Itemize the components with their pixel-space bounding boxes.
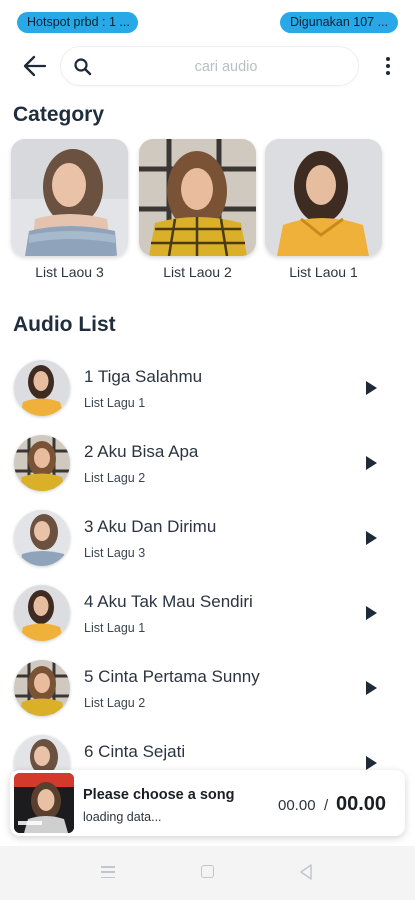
song-avatar	[14, 660, 70, 716]
more-vertical-icon	[386, 57, 390, 75]
play-icon[interactable]	[366, 606, 377, 620]
more-options-button[interactable]	[378, 52, 398, 80]
now-playing-bar[interactable]: Please choose a song loading data... 00.…	[10, 770, 405, 836]
category-label: List Laou 1	[289, 264, 358, 280]
play-icon[interactable]	[366, 756, 377, 770]
now-playing-title: Please choose a song	[83, 787, 235, 803]
total-duration: 00.00	[336, 793, 387, 815]
song-title: 1 Tiga Salahmu	[84, 367, 203, 386]
song-playlist: List Lagu 1	[84, 621, 146, 635]
recent-apps-button[interactable]	[101, 866, 115, 878]
song-avatar	[14, 360, 70, 416]
search-icon	[74, 58, 92, 76]
song-playlist: List Lagu 2	[84, 696, 146, 710]
audio-list-item[interactable]: 1 Tiga Salahmu List Lagu 1	[0, 360, 415, 430]
data-usage-pill: Digunakan 107 ...	[280, 12, 398, 33]
now-playing-artwork	[14, 773, 74, 833]
song-title: 2 Aku Bisa Apa	[84, 442, 199, 461]
current-time: 00.00	[278, 797, 316, 814]
category-label: List Laou 3	[35, 264, 104, 280]
category-card[interactable]: List Laou 1	[265, 139, 382, 280]
song-title: 4 Aku Tak Mau Sendiri	[84, 592, 253, 611]
home-button[interactable]	[201, 865, 214, 878]
search-input[interactable]	[101, 53, 351, 81]
system-navigation-bar	[0, 846, 415, 900]
category-card[interactable]: List Laou 2	[139, 139, 256, 280]
hotspot-status-pill: Hotspot prbd : 1 ...	[17, 12, 138, 33]
audio-list-item[interactable]: 4 Aku Tak Mau Sendiri List Lagu 1	[0, 585, 415, 655]
song-title: 3 Aku Dan Dirimu	[84, 517, 217, 536]
category-cover-image	[139, 139, 256, 256]
time-separator: /	[324, 797, 329, 814]
category-cover-image	[265, 139, 382, 256]
arrow-left-icon	[23, 55, 47, 77]
category-label: List Laou 2	[163, 264, 232, 280]
now-playing-status: loading data...	[83, 810, 162, 824]
song-title: 6 Cinta Sejati	[84, 742, 186, 761]
audio-list-heading: Audio List	[13, 313, 116, 336]
nav-back-icon[interactable]	[299, 864, 313, 880]
song-playlist: List Lagu 3	[84, 546, 146, 560]
song-avatar	[14, 435, 70, 491]
play-icon[interactable]	[366, 681, 377, 695]
song-playlist: List Lagu 2	[84, 471, 146, 485]
play-icon[interactable]	[366, 531, 377, 545]
song-title: 5 Cinta Pertama Sunny	[84, 667, 260, 686]
category-card[interactable]: List Laou 3	[11, 139, 128, 280]
song-playlist: List Lagu 1	[84, 396, 146, 410]
audio-list-item[interactable]: 3 Aku Dan Dirimu List Lagu 3	[0, 510, 415, 580]
app-screen: Hotspot prbd : 1 ... Digunakan 107 ... C…	[0, 0, 415, 900]
category-heading: Category	[13, 103, 105, 126]
audio-list-item[interactable]: 5 Cinta Pertama Sunny List Lagu 2	[0, 660, 415, 730]
back-button[interactable]	[18, 52, 52, 80]
song-avatar	[14, 510, 70, 566]
play-icon[interactable]	[366, 456, 377, 470]
search-bar[interactable]	[60, 46, 359, 86]
category-cover-image	[11, 139, 128, 256]
play-icon[interactable]	[366, 381, 377, 395]
audio-list-item[interactable]: 2 Aku Bisa Apa List Lagu 2	[0, 435, 415, 505]
song-avatar	[14, 585, 70, 641]
